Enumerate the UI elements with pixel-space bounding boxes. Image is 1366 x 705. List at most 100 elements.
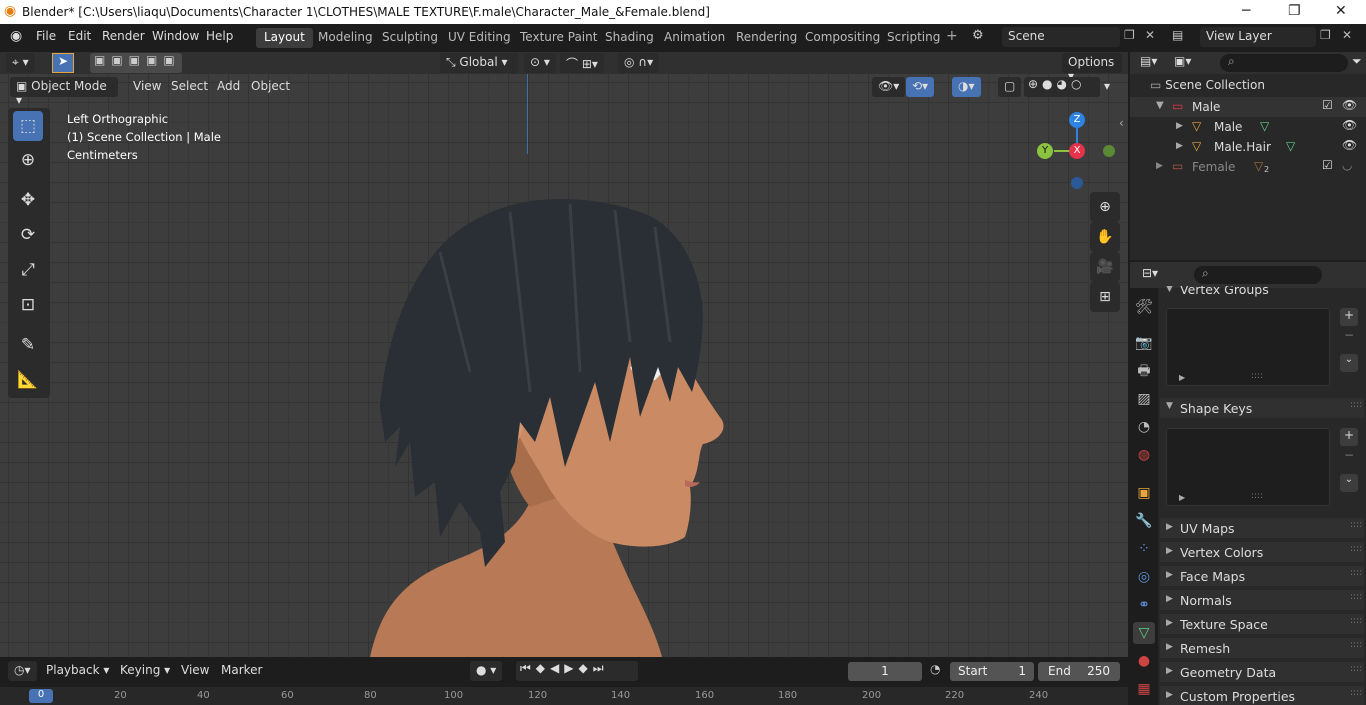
proportional-edit-icon[interactable]: ◎ ∩▾ bbox=[618, 53, 660, 73]
texture-tab-icon[interactable]: ▦ bbox=[1133, 678, 1155, 700]
eye-icon[interactable]: 👁 bbox=[1342, 138, 1357, 152]
remove-vertex-group-button[interactable]: − bbox=[1340, 328, 1358, 346]
shape-key-menu-icon[interactable]: ⌄ bbox=[1340, 474, 1358, 492]
options-dropdown[interactable]: Options ▾ bbox=[1062, 53, 1122, 83]
start-frame-field[interactable]: Start 1 bbox=[950, 662, 1034, 681]
panel-custom-properties[interactable]: ▶ Custom Properties:::: bbox=[1160, 686, 1364, 705]
properties-editor-icon[interactable]: ⊟▾ bbox=[1142, 266, 1158, 280]
modifier-wrench-icon[interactable]: 🔧 bbox=[1133, 510, 1155, 532]
record-keyframe-icon[interactable]: ● ▾ bbox=[470, 661, 503, 681]
checkbox-icon[interactable]: ☑ bbox=[1322, 158, 1333, 172]
view-layer-icon[interactable]: ▤ bbox=[1172, 28, 1183, 42]
sidebar-toggle-icon[interactable]: ‹ bbox=[1119, 116, 1124, 130]
panel-vertex-groups-header[interactable]: Vertex Groups ▼ bbox=[1160, 286, 1364, 302]
menu-select[interactable]: Select bbox=[171, 79, 208, 93]
expand-icon[interactable]: ▶ bbox=[1176, 121, 1183, 131]
tab-compositing[interactable]: Compositing bbox=[797, 28, 888, 48]
camera-icon[interactable]: 🎥 bbox=[1090, 252, 1120, 282]
hidden-eye-icon[interactable]: ◡ bbox=[1342, 158, 1352, 172]
constraints-tab-icon[interactable]: ⚭ bbox=[1133, 594, 1155, 616]
playhead[interactable]: 0 bbox=[29, 689, 53, 703]
vertex-group-menu-icon[interactable]: ⌄ bbox=[1340, 354, 1358, 372]
tab-texture-paint[interactable]: Texture Paint bbox=[512, 28, 605, 48]
panel-face-maps[interactable]: ▶ Face Maps:::: bbox=[1160, 566, 1364, 586]
delete-view-layer-icon[interactable]: ✕ bbox=[1342, 28, 1352, 42]
z-axis-handle[interactable]: Z bbox=[1069, 112, 1085, 128]
output-tab-icon[interactable]: 🖶 bbox=[1133, 360, 1155, 382]
remove-shape-key-button[interactable]: − bbox=[1340, 448, 1358, 466]
object-tab-icon[interactable]: ▣ bbox=[1133, 482, 1155, 504]
outliner-item-male-mesh[interactable]: ▶ ▽ Male ▽ 👁 bbox=[1130, 117, 1366, 137]
move-icon[interactable]: ✥ bbox=[13, 185, 43, 215]
mesh-data-tab-icon[interactable]: ▽ bbox=[1133, 622, 1155, 644]
editor-type-icon[interactable]: ⌖ ▾ bbox=[6, 53, 35, 73]
transform-orientation-dropdown[interactable]: ⤡ Global ▾ bbox=[440, 53, 518, 73]
render-tab-icon[interactable]: 📷 bbox=[1133, 332, 1155, 354]
outliner-item-male-hair[interactable]: ▶ ▽ Male.Hair ▽ 👁 bbox=[1130, 137, 1366, 157]
eye-icon[interactable]: 👁 bbox=[1342, 98, 1357, 112]
xray-icon[interactable]: ▢ bbox=[998, 77, 1022, 97]
expand-icon[interactable]: ▶ bbox=[1179, 493, 1185, 502]
timeline-menu-playback[interactable]: Playback ▾ bbox=[46, 663, 109, 677]
view-layer-selector[interactable]: View Layer bbox=[1200, 27, 1316, 47]
timeline-menu-keying[interactable]: Keying ▾ bbox=[120, 663, 170, 677]
navigation-gizmo[interactable]: Z Y X bbox=[1032, 112, 1122, 192]
drag-handle-icon[interactable]: :::: bbox=[1350, 400, 1362, 410]
particles-tab-icon[interactable]: ⁘ bbox=[1133, 538, 1155, 560]
new-view-layer-icon[interactable]: ❐ bbox=[1320, 28, 1331, 42]
timeline-editor-icon[interactable]: ◷▾ bbox=[8, 661, 37, 681]
tab-scripting[interactable]: Scripting bbox=[879, 28, 948, 48]
y-axis-handle[interactable]: Y bbox=[1037, 143, 1053, 159]
expand-icon[interactable]: ▶ bbox=[1156, 161, 1163, 171]
new-scene-icon[interactable]: ❐ bbox=[1124, 28, 1135, 42]
expand-icon[interactable]: ▼ bbox=[1156, 100, 1164, 111]
preview-range-icon[interactable]: ◔ bbox=[930, 662, 940, 676]
3d-viewport[interactable]: ⌖ ▾ ➤ ▣▣▣▣▣ ⤡ Global ▾ ⊙ ▾ ⌒ ⊞▾ ◎ ∩▾ Opt… bbox=[0, 52, 1128, 657]
selection-mode-buttons[interactable]: ▣▣▣▣▣ bbox=[90, 53, 182, 73]
end-frame-field[interactable]: End 250 bbox=[1038, 662, 1120, 681]
eye-icon[interactable]: 👁 bbox=[1342, 118, 1357, 132]
tab-shading[interactable]: Shading bbox=[597, 28, 662, 48]
current-frame-field[interactable]: 1 bbox=[848, 662, 922, 681]
vertex-groups-list[interactable]: ▶ :::: bbox=[1166, 308, 1330, 386]
menu-add[interactable]: Add bbox=[217, 79, 240, 93]
world-tab-icon[interactable]: ◍ bbox=[1133, 444, 1155, 466]
add-vertex-group-button[interactable]: + bbox=[1340, 308, 1358, 326]
cursor-icon[interactable]: ⊕ bbox=[13, 145, 43, 175]
panel-shape-keys-header[interactable]: ▼ Shape Keys :::: bbox=[1160, 398, 1364, 418]
panel-normals[interactable]: ▶ Normals:::: bbox=[1160, 590, 1364, 610]
tab-modeling[interactable]: Modeling bbox=[310, 28, 381, 48]
outliner-root[interactable]: ▭ Scene Collection bbox=[1150, 78, 1265, 92]
drag-handle-icon[interactable]: :::: bbox=[1350, 616, 1362, 626]
resize-handle-icon[interactable]: :::: bbox=[1251, 491, 1263, 501]
drag-handle-icon[interactable]: :::: bbox=[1350, 568, 1362, 578]
mode-dropdown[interactable]: ▣ Object Mode ▾ bbox=[10, 77, 118, 107]
expand-icon[interactable]: ▶ bbox=[1179, 373, 1185, 382]
shading-options-icon[interactable]: ▾ bbox=[1104, 79, 1110, 93]
x-axis-handle[interactable]: X bbox=[1069, 143, 1085, 159]
scene-icon[interactable]: ⚙ bbox=[972, 28, 984, 43]
menu-view[interactable]: View bbox=[133, 79, 161, 93]
drag-handle-icon[interactable]: :::: bbox=[1350, 640, 1362, 650]
select-box-icon[interactable]: ⬚ bbox=[13, 111, 43, 141]
menu-window[interactable]: Window bbox=[152, 29, 199, 43]
timeline-menu-view[interactable]: View bbox=[181, 663, 209, 677]
outliner-search-input[interactable]: ⌕ bbox=[1220, 54, 1348, 72]
outliner-item-male-collection[interactable]: ▼ ▭ Male ☑ 👁 bbox=[1130, 97, 1366, 117]
tab-uv-editing[interactable]: UV Editing bbox=[440, 28, 519, 48]
transform-icon[interactable]: ⊡ bbox=[13, 290, 43, 320]
delete-scene-icon[interactable]: ✕ bbox=[1145, 28, 1155, 42]
tab-rendering[interactable]: Rendering bbox=[728, 28, 805, 48]
snap-icon[interactable]: ⌒ ⊞▾ bbox=[560, 53, 604, 73]
tab-layout[interactable]: Layout bbox=[256, 28, 313, 48]
scene-selector[interactable]: Scene bbox=[1002, 27, 1120, 47]
neg-z-axis-handle[interactable] bbox=[1071, 177, 1083, 189]
shading-mode-buttons[interactable]: ⊕●◕○ bbox=[1024, 77, 1100, 97]
resize-handle-icon[interactable]: :::: bbox=[1251, 371, 1263, 381]
pan-hand-icon[interactable]: ✋ bbox=[1090, 222, 1120, 252]
panel-geometry-data[interactable]: ▶ Geometry Data:::: bbox=[1160, 662, 1364, 682]
panel-vertex-colors[interactable]: ▶ Vertex Colors:::: bbox=[1160, 542, 1364, 562]
add-workspace-icon[interactable]: + bbox=[946, 28, 958, 44]
tool-tab-icon[interactable]: 🛠 bbox=[1133, 296, 1155, 318]
tab-animation[interactable]: Animation bbox=[656, 28, 733, 48]
